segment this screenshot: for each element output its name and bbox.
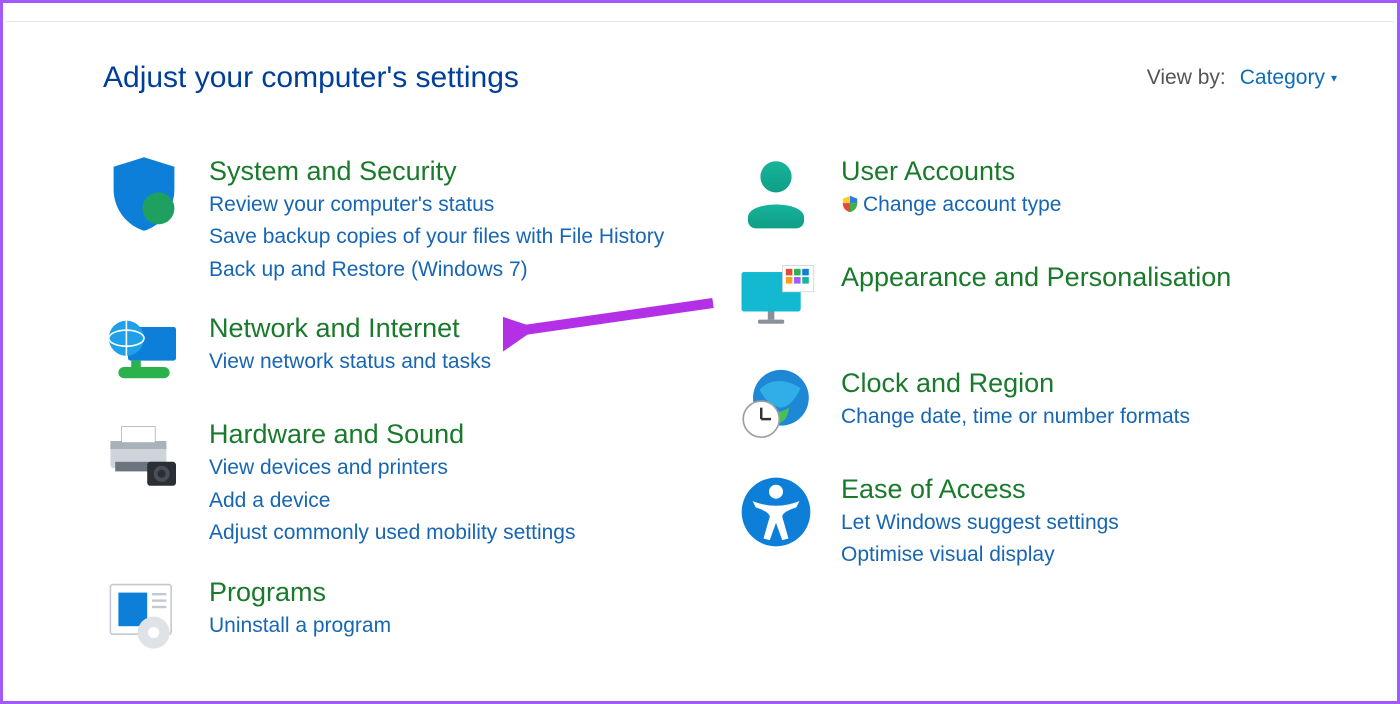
category-link[interactable]: Save backup copies of your files with Fi… (209, 221, 664, 254)
category-clock-region: Clock and Region Change date, time or nu… (735, 365, 1337, 447)
category-link[interactable]: Uninstall a program (209, 610, 391, 643)
category-link[interactable]: Optimise visual display (841, 539, 1119, 572)
accessibility-icon (735, 471, 817, 553)
category-link[interactable]: Change account type (841, 189, 1061, 222)
category-title[interactable]: System and Security (209, 155, 664, 189)
category-link[interactable]: Review your computer's status (209, 189, 664, 222)
view-by-dropdown[interactable]: Category ▾ (1240, 66, 1337, 90)
category-title[interactable]: Clock and Region (841, 367, 1190, 401)
uac-shield-icon (841, 195, 859, 213)
category-appearance: Appearance and Personalisation (735, 259, 1337, 341)
category-system-security: System and Security Review your computer… (103, 153, 705, 286)
category-title[interactable]: Appearance and Personalisation (841, 261, 1231, 295)
category-network-internet: Network and Internet View network status… (103, 310, 705, 392)
category-link[interactable]: Back up and Restore (Windows 7) (209, 254, 664, 287)
category-link[interactable]: View network status and tasks (209, 346, 491, 379)
printer-icon (103, 416, 185, 498)
clock-globe-icon (735, 365, 817, 447)
left-column: System and Security Review your computer… (103, 153, 705, 681)
right-column: User Accounts Change account type (735, 153, 1337, 681)
category-title[interactable]: Hardware and Sound (209, 418, 576, 452)
category-link[interactable]: Change date, time or number formats (841, 401, 1190, 434)
category-hardware-sound: Hardware and Sound View devices and prin… (103, 416, 705, 549)
chevron-down-icon: ▾ (1331, 71, 1337, 85)
category-programs: Programs Uninstall a program (103, 574, 705, 656)
programs-icon (103, 574, 185, 656)
view-by-label: View by: (1147, 66, 1226, 90)
category-title[interactable]: Network and Internet (209, 312, 491, 346)
page-title: Adjust your computer's settings (103, 61, 519, 95)
category-title[interactable]: Programs (209, 576, 391, 610)
category-title[interactable]: User Accounts (841, 155, 1061, 189)
category-link[interactable]: Adjust commonly used mobility settings (209, 517, 576, 550)
header: Adjust your computer's settings View by:… (103, 61, 1337, 95)
category-link[interactable]: View devices and printers (209, 452, 576, 485)
shield-icon (103, 153, 185, 235)
monitor-icon (735, 259, 817, 341)
view-by: View by: Category ▾ (1147, 66, 1337, 90)
category-title[interactable]: Ease of Access (841, 473, 1119, 507)
category-ease-of-access: Ease of Access Let Windows suggest setti… (735, 471, 1337, 572)
category-user-accounts: User Accounts Change account type (735, 153, 1337, 235)
user-icon (735, 153, 817, 235)
category-link[interactable]: Let Windows suggest settings (841, 507, 1119, 540)
category-link[interactable]: Add a device (209, 485, 576, 518)
network-icon (103, 310, 185, 392)
view-by-value: Category (1240, 66, 1325, 90)
